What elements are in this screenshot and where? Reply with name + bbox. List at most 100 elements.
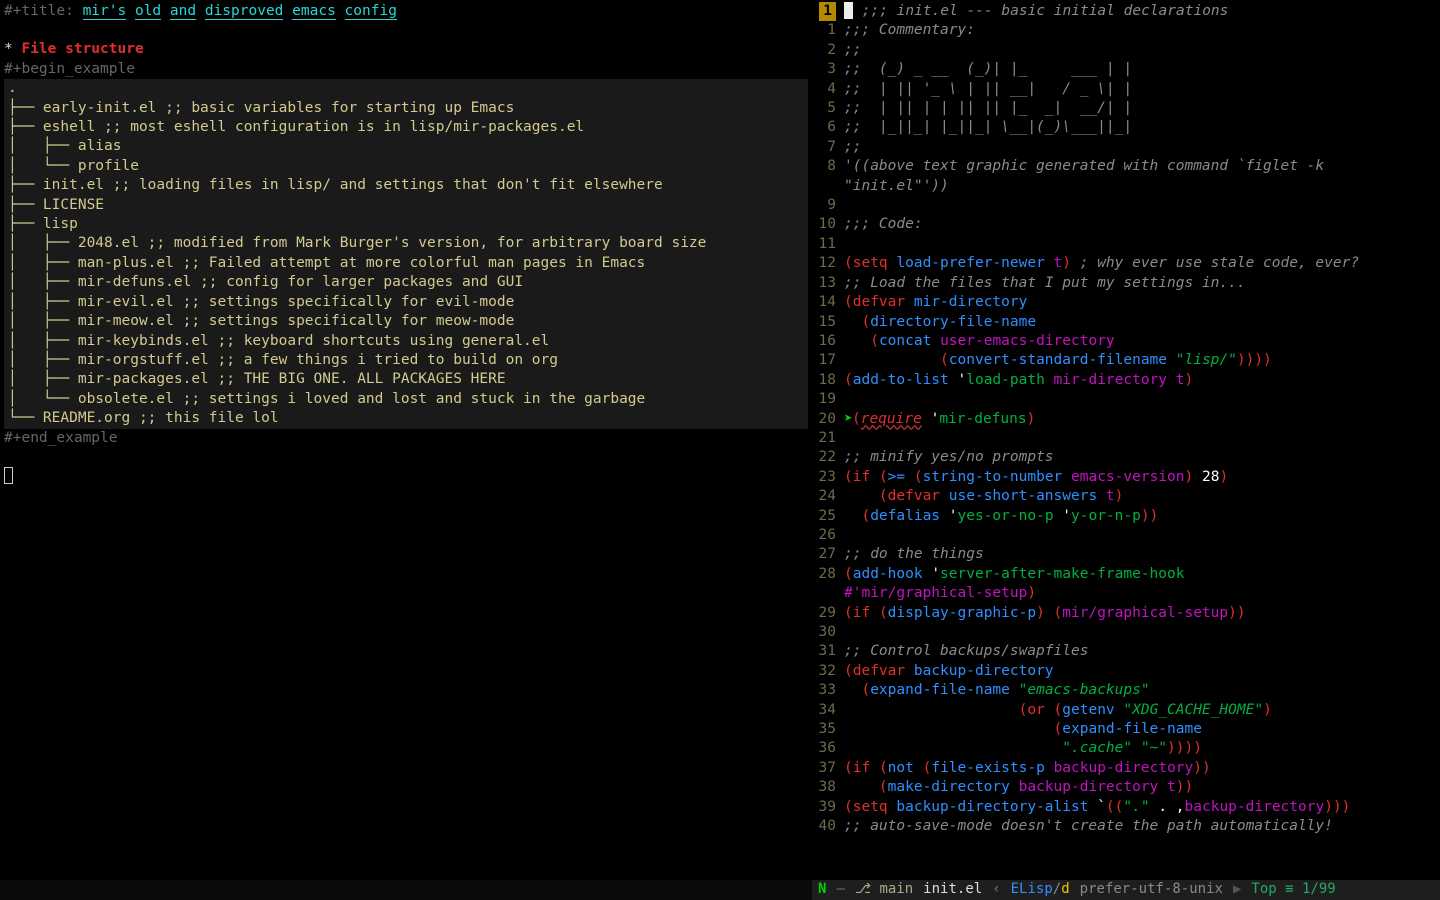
code-line[interactable]: 6;; |_||_| |_||_| \__|(_)\___||_| [812, 118, 1440, 137]
code-line[interactable]: 14(defvar mir-directory [812, 293, 1440, 312]
code-line[interactable]: 34 (or (getenv "XDG_CACHE_HOME") [812, 701, 1440, 720]
major-mode: ELisp/d [1011, 880, 1070, 899]
code-text: ;; [844, 42, 861, 58]
code-line[interactable]: 1;;; Commentary: [812, 21, 1440, 40]
code-line-wrap[interactable]: #'mir/graphical-setup) [812, 584, 1440, 603]
code-text: (add-to-list 'load-path mir-directory t) [844, 372, 1193, 388]
code-line[interactable]: 13;; Load the files that I put my settin… [812, 274, 1440, 293]
code-line-wrap[interactable]: "init.el"')) [812, 177, 1440, 196]
code-line[interactable]: 19 [812, 390, 1440, 409]
code-line[interactable]: 31;; Control backups/swapfiles [812, 642, 1440, 661]
code-line[interactable]: 37(if (not (file-exists-p backup-directo… [812, 759, 1440, 778]
code-text: ;; Control backups/swapfiles [844, 643, 1088, 659]
code-line[interactable]: 26 [812, 526, 1440, 545]
file-tree-line: │ ├── mir-evil.el ;; settings specifical… [4, 293, 808, 312]
left-pane-org-buffer[interactable]: #+title: mir's old and disproved emacs c… [0, 0, 812, 900]
line-number: 1 [812, 21, 844, 40]
code-line[interactable]: 21 [812, 429, 1440, 448]
code-text: (concat user-emacs-directory [844, 333, 1115, 349]
code-text: ;; minify yes/no prompts [844, 449, 1054, 465]
line-number: 6 [812, 118, 844, 137]
line-number: 3 [812, 60, 844, 79]
line-number: 28 [812, 565, 844, 584]
code-line[interactable]: 35 (expand-file-name [812, 720, 1440, 739]
line-number: 18 [812, 371, 844, 390]
line-number: 21 [812, 429, 844, 448]
code-line[interactable]: 25 (defalias 'yes-or-no-p 'y-or-n-p)) [812, 507, 1440, 526]
line-number: 13 [812, 274, 844, 293]
buffer-position: Top ≡ 1/99 [1251, 880, 1335, 899]
line-number: 7 [812, 138, 844, 157]
code-line[interactable]: 10;;; Code: [812, 215, 1440, 234]
code-line[interactable]: 17 (convert-standard-filename "lisp/")))… [812, 351, 1440, 370]
code-line[interactable]: 27;; do the things [812, 545, 1440, 564]
code-line[interactable]: 38 (make-directory backup-directory t)) [812, 778, 1440, 797]
code-text: (if (display-graphic-p) (mir/graphical-s… [844, 605, 1246, 621]
code-line[interactable]: 9 [812, 196, 1440, 215]
active-cursor [844, 2, 853, 19]
code-line[interactable]: 23(if (>= (string-to-number emacs-versio… [812, 468, 1440, 487]
code-line[interactable]: 36 ".cache" "~")))) [812, 739, 1440, 758]
code-text: (defvar backup-directory [844, 663, 1054, 679]
code-line[interactable]: 30 [812, 623, 1440, 642]
line-number: 19 [812, 390, 844, 409]
code-text: ;; | || | | || || |_ _| __/| | [844, 100, 1132, 116]
code-line[interactable]: 5;; | || | | || || |_ _| __/| | [812, 99, 1440, 118]
code-text: ;;; Commentary: [844, 22, 975, 38]
line-number: 38 [812, 778, 844, 797]
code-text: (expand-file-name [844, 721, 1202, 737]
line-number: 33 [812, 681, 844, 700]
code-line[interactable]: 8'((above text graphic generated with co… [812, 157, 1440, 176]
code-line[interactable]: 22;; minify yes/no prompts [812, 448, 1440, 467]
code-line[interactable]: 20➤(require 'mir-defuns) [812, 410, 1440, 429]
line-number: 29 [812, 604, 844, 623]
code-line[interactable]: 4;; | || '_ \ | || __| / _ \| | [812, 80, 1440, 99]
line-number: 22 [812, 448, 844, 467]
code-line[interactable]: 16 (concat user-emacs-directory [812, 332, 1440, 351]
code-text: (setq load-prefer-newer t) ; why ever us… [844, 255, 1359, 271]
title-word: emacs [292, 3, 336, 20]
code-line[interactable]: 15 (directory-file-name [812, 313, 1440, 332]
org-begin-example: #+begin_example [4, 61, 135, 77]
file-tree-line: ├── eshell ;; most eshell configuration … [4, 118, 808, 137]
line-number: 8 [812, 157, 844, 176]
code-line[interactable]: 40;; auto-save-mode doesn't create the p… [812, 817, 1440, 836]
file-tree-line: │ ├── alias [4, 137, 808, 156]
file-tree-line: │ ├── man-plus.el ;; Failed attempt at m… [4, 254, 808, 273]
vc-branch: ⎇ main [855, 880, 913, 899]
code-line[interactable]: 2;; [812, 41, 1440, 60]
file-tree-line: │ ├── mir-keybinds.el ;; keyboard shortc… [4, 332, 808, 351]
code-line[interactable]: 18(add-to-list 'load-path mir-directory … [812, 371, 1440, 390]
file-tree-line: ├── lisp [4, 215, 808, 234]
code-line[interactable]: 11 [812, 235, 1440, 254]
code-line[interactable]: 7;; [812, 138, 1440, 157]
line-number: 27 [812, 545, 844, 564]
code-line[interactable]: 28(add-hook 'server-after-make-frame-hoo… [812, 565, 1440, 584]
line-number: 11 [812, 235, 844, 254]
right-pane-elisp-buffer[interactable]: 1 ;;; init.el --- basic initial declarat… [812, 0, 1440, 900]
org-meta-keyword: #+title: [4, 3, 83, 19]
code-text: (setq backup-directory-alist `(("." . ,b… [844, 799, 1350, 815]
code-line[interactable]: 29(if (display-graphic-p) (mir/graphical… [812, 604, 1440, 623]
file-tree-line: │ ├── mir-meow.el ;; settings specifical… [4, 312, 808, 331]
line-number: 31 [812, 642, 844, 661]
code-line[interactable]: 39(setq backup-directory-alist `(("." . … [812, 798, 1440, 817]
code-text: (add-hook 'server-after-make-frame-hook [844, 566, 1184, 582]
code-line[interactable]: 32(defvar backup-directory [812, 662, 1440, 681]
code-text: ;; (_) _ __ (_)| |_ ___ | | [844, 61, 1132, 77]
code-line[interactable]: 3;; (_) _ __ (_)| |_ ___ | | [812, 60, 1440, 79]
window-number-badge: 1 [819, 2, 836, 21]
code-line[interactable]: 12(setq load-prefer-newer t) ; why ever … [812, 254, 1440, 273]
code-text: (make-directory backup-directory t)) [844, 779, 1193, 795]
modeline-separator: — [836, 880, 844, 899]
code-line[interactable]: 24 (defvar use-short-answers t) [812, 487, 1440, 506]
code-text: ;; [844, 139, 861, 155]
fringe-arrow-icon: ➤ [844, 410, 852, 429]
code-line[interactable]: 33 (expand-file-name "emacs-backups" [812, 681, 1440, 700]
line-number: 2 [812, 41, 844, 60]
code-line[interactable]: 1 ;;; init.el --- basic initial declarat… [812, 2, 1440, 21]
org-end-example: #+end_example [4, 430, 118, 446]
file-tree-line: │ └── obsolete.el ;; settings i loved an… [4, 390, 808, 409]
line-number: 5 [812, 99, 844, 118]
line-number: 36 [812, 739, 844, 758]
